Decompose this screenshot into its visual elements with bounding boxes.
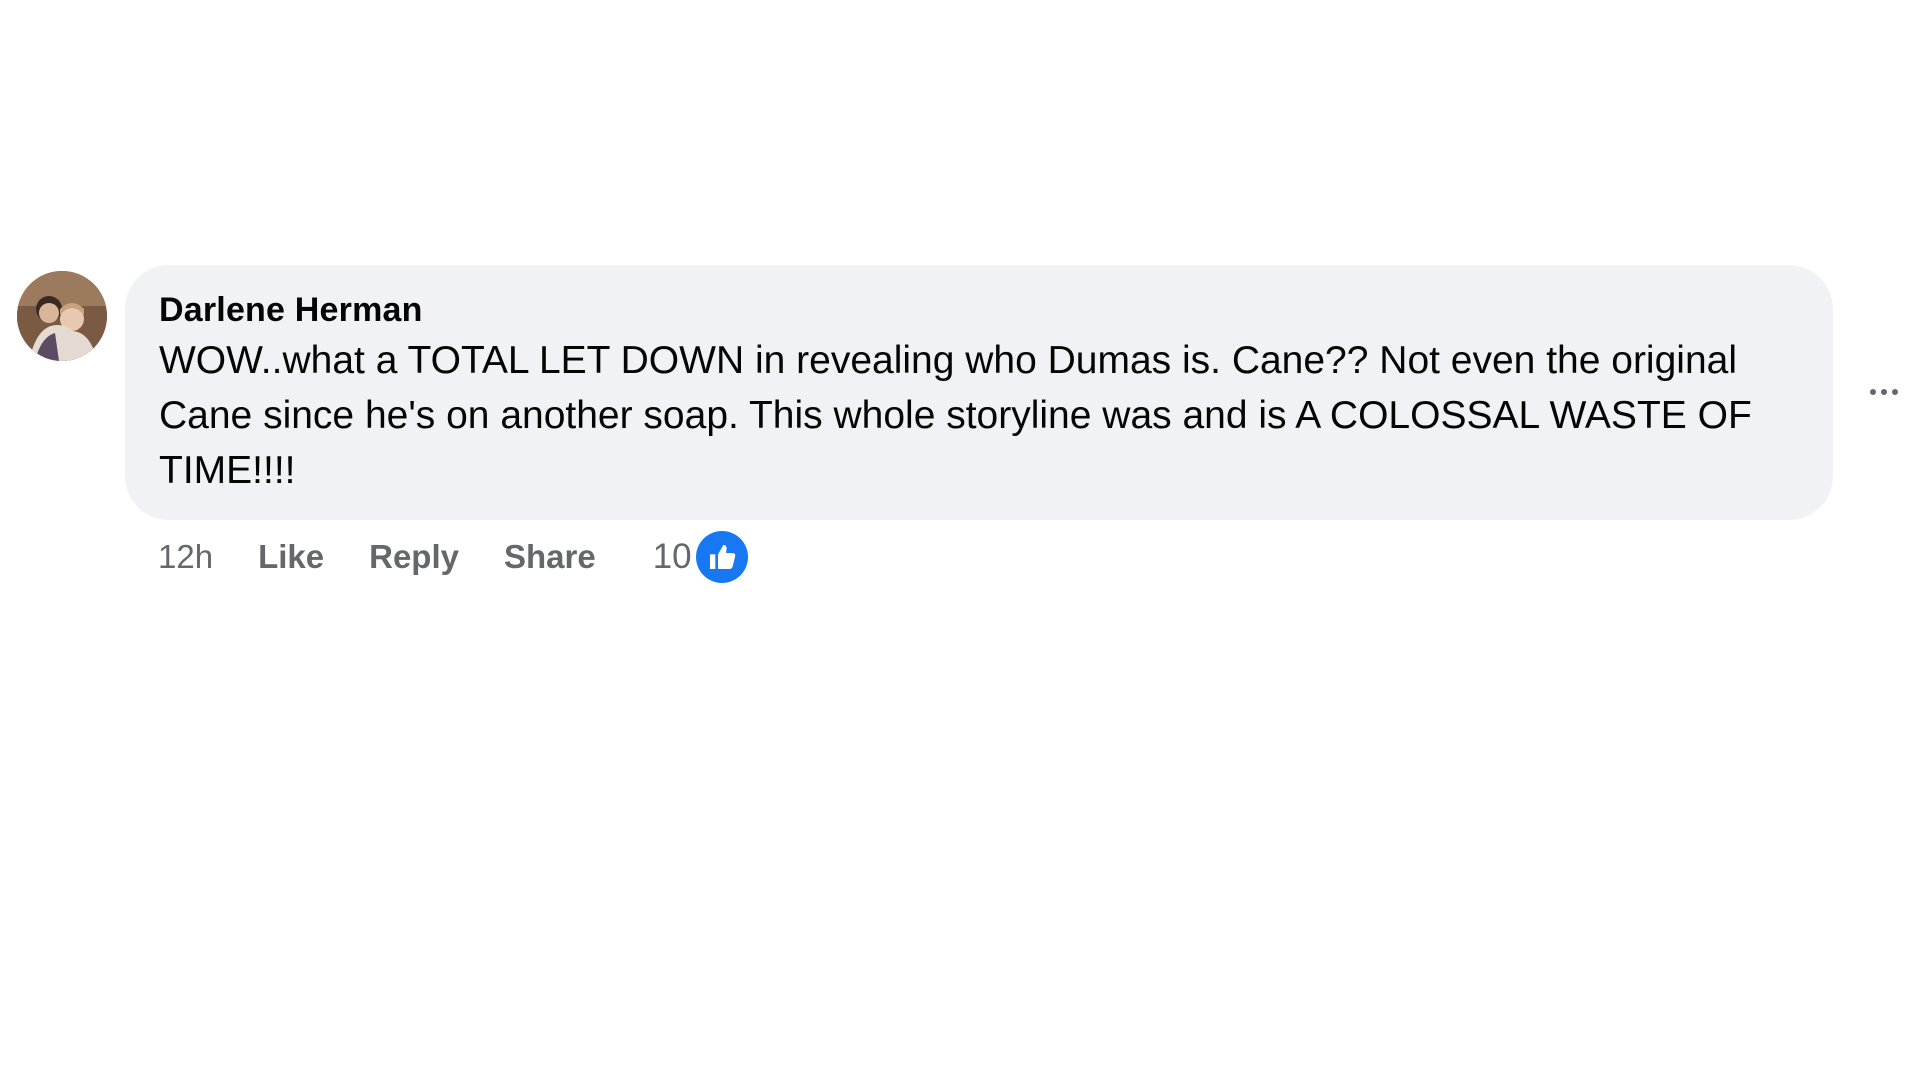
- thumbs-up-glyph: [709, 545, 735, 569]
- author-name[interactable]: Darlene Herman: [159, 291, 423, 330]
- more-dot: [1881, 389, 1887, 395]
- avatar[interactable]: [17, 271, 107, 361]
- more-options-icon[interactable]: [1862, 372, 1906, 412]
- more-dot: [1870, 389, 1876, 395]
- more-dot: [1892, 389, 1898, 395]
- like-button[interactable]: Like: [258, 538, 324, 576]
- reaction-count[interactable]: 10: [653, 537, 692, 577]
- reply-button[interactable]: Reply: [369, 538, 459, 576]
- comment-bubble: Darlene Herman WOW..what a TOTAL LET DOW…: [125, 265, 1833, 520]
- timestamp[interactable]: 12h: [158, 538, 213, 576]
- avatar-image: [17, 271, 107, 361]
- thumbs-up-icon[interactable]: [695, 531, 748, 583]
- comment-text: WOW..what a TOTAL LET DOWN in revealing …: [159, 339, 1752, 492]
- share-button[interactable]: Share: [504, 538, 596, 576]
- comment-actions: 12h Like Reply Share 10: [158, 531, 748, 583]
- comment: Darlene Herman WOW..what a TOTAL LET DOW…: [0, 0, 1920, 1080]
